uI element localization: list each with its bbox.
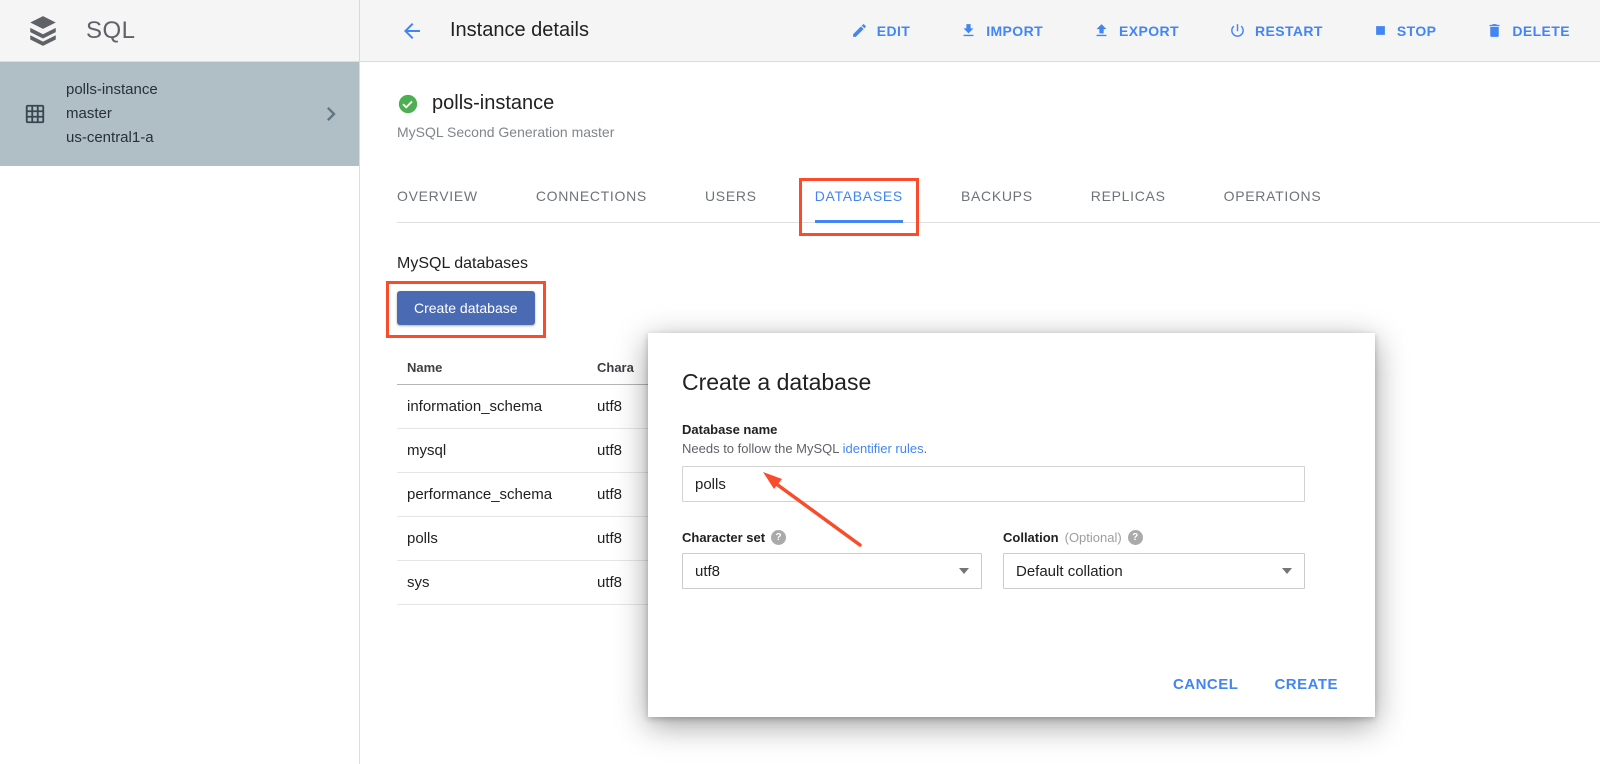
- export-button[interactable]: EXPORT: [1093, 22, 1179, 39]
- tab-label: BACKUPS: [961, 188, 1033, 204]
- help-icon[interactable]: ?: [1128, 530, 1143, 545]
- hint-text: .: [924, 441, 928, 456]
- dropdown-caret-icon: [1282, 568, 1292, 574]
- instance-role: master: [66, 102, 317, 126]
- top-app-bar: SQL Instance details EDIT IMPORT EXPORT: [0, 0, 1600, 62]
- restart-button-label: RESTART: [1255, 23, 1323, 39]
- db-name-cell: sys: [397, 574, 597, 591]
- stop-button[interactable]: STOP: [1373, 22, 1436, 39]
- db-name-cell: information_schema: [397, 398, 597, 415]
- stop-icon: [1373, 23, 1388, 38]
- tab-label: USERS: [705, 188, 757, 204]
- instance-summary: polls-instance master us-central1-a: [66, 78, 317, 150]
- identifier-rules-link[interactable]: identifier rules: [843, 441, 924, 456]
- hint-text: Needs to follow the MySQL: [682, 441, 843, 456]
- collation-label: Collation: [1003, 530, 1059, 545]
- db-name-cell: performance_schema: [397, 486, 597, 503]
- instance-zone: us-central1-a: [66, 126, 317, 150]
- tab-users[interactable]: USERS: [705, 174, 757, 222]
- dialog-title: Create a database: [682, 369, 1341, 396]
- column-header-name: Name: [397, 360, 597, 375]
- tab-label: OPERATIONS: [1224, 188, 1322, 204]
- tab-backups[interactable]: BACKUPS: [961, 174, 1033, 222]
- dropdown-caret-icon: [959, 568, 969, 574]
- create-database-button[interactable]: Create database: [397, 291, 535, 325]
- stop-button-label: STOP: [1397, 23, 1436, 39]
- import-button-label: IMPORT: [986, 23, 1043, 39]
- sidebar-item-instance[interactable]: polls-instance master us-central1-a: [0, 62, 359, 166]
- db-name-cell: polls: [397, 530, 597, 547]
- collation-selected-value: Default collation: [1016, 563, 1123, 580]
- charset-selected-value: utf8: [695, 563, 720, 580]
- product-header: SQL: [0, 0, 360, 61]
- tab-connections[interactable]: CONNECTIONS: [536, 174, 647, 222]
- export-button-label: EXPORT: [1119, 23, 1179, 39]
- edit-button[interactable]: EDIT: [851, 22, 911, 39]
- cloud-sql-logo: [26, 14, 60, 48]
- instance-title: polls-instance: [432, 92, 554, 115]
- collation-select[interactable]: Default collation: [1003, 553, 1305, 589]
- tab-label: DATABASES: [815, 188, 903, 204]
- product-name: SQL: [86, 17, 136, 45]
- toolbar-actions: EDIT IMPORT EXPORT RESTART STOP DELETE: [851, 22, 1570, 39]
- create-button[interactable]: CREATE: [1274, 676, 1338, 693]
- create-database-dialog: Create a database Database name Needs to…: [648, 333, 1375, 717]
- tab-overview[interactable]: OVERVIEW: [397, 174, 478, 222]
- database-name-label: Database name: [682, 422, 1341, 437]
- edit-button-label: EDIT: [877, 23, 911, 39]
- page-header: Instance details EDIT IMPORT EXPORT REST…: [360, 0, 1600, 61]
- tab-bar: OVERVIEW CONNECTIONS USERS DATABASES BAC…: [397, 174, 1600, 223]
- back-arrow-icon: [400, 19, 424, 43]
- collation-optional-label: (Optional): [1065, 530, 1122, 545]
- export-icon: [1093, 22, 1110, 39]
- tab-operations[interactable]: OPERATIONS: [1224, 174, 1322, 222]
- delete-button[interactable]: DELETE: [1486, 22, 1570, 39]
- restart-button[interactable]: RESTART: [1229, 22, 1323, 39]
- edit-icon: [851, 22, 868, 39]
- restart-icon: [1229, 22, 1246, 39]
- tab-label: CONNECTIONS: [536, 188, 647, 204]
- cancel-button[interactable]: CANCEL: [1173, 676, 1239, 693]
- charset-label: Character set: [682, 530, 765, 545]
- delete-button-label: DELETE: [1512, 23, 1570, 39]
- tab-label: OVERVIEW: [397, 188, 478, 204]
- section-heading: MySQL databases: [397, 255, 1600, 273]
- db-name-cell: mysql: [397, 442, 597, 459]
- instance-subtitle: MySQL Second Generation master: [361, 115, 1600, 140]
- help-icon[interactable]: ?: [771, 530, 786, 545]
- chevron-right-icon: [317, 100, 345, 128]
- tab-label: REPLICAS: [1091, 188, 1166, 204]
- database-name-hint: Needs to follow the MySQL identifier rul…: [682, 441, 1341, 456]
- import-icon: [960, 22, 977, 39]
- tab-replicas[interactable]: REPLICAS: [1091, 174, 1166, 222]
- page-title: Instance details: [450, 19, 589, 42]
- grid-icon: [24, 103, 46, 125]
- tab-databases[interactable]: DATABASES: [815, 174, 903, 222]
- database-name-input[interactable]: [682, 466, 1305, 502]
- sidebar: polls-instance master us-central1-a: [0, 62, 360, 764]
- delete-icon: [1486, 22, 1503, 39]
- instance-name: polls-instance: [66, 78, 317, 102]
- back-button[interactable]: [400, 19, 424, 43]
- charset-select[interactable]: utf8: [682, 553, 982, 589]
- import-button[interactable]: IMPORT: [960, 22, 1043, 39]
- status-ok-icon: [397, 93, 419, 115]
